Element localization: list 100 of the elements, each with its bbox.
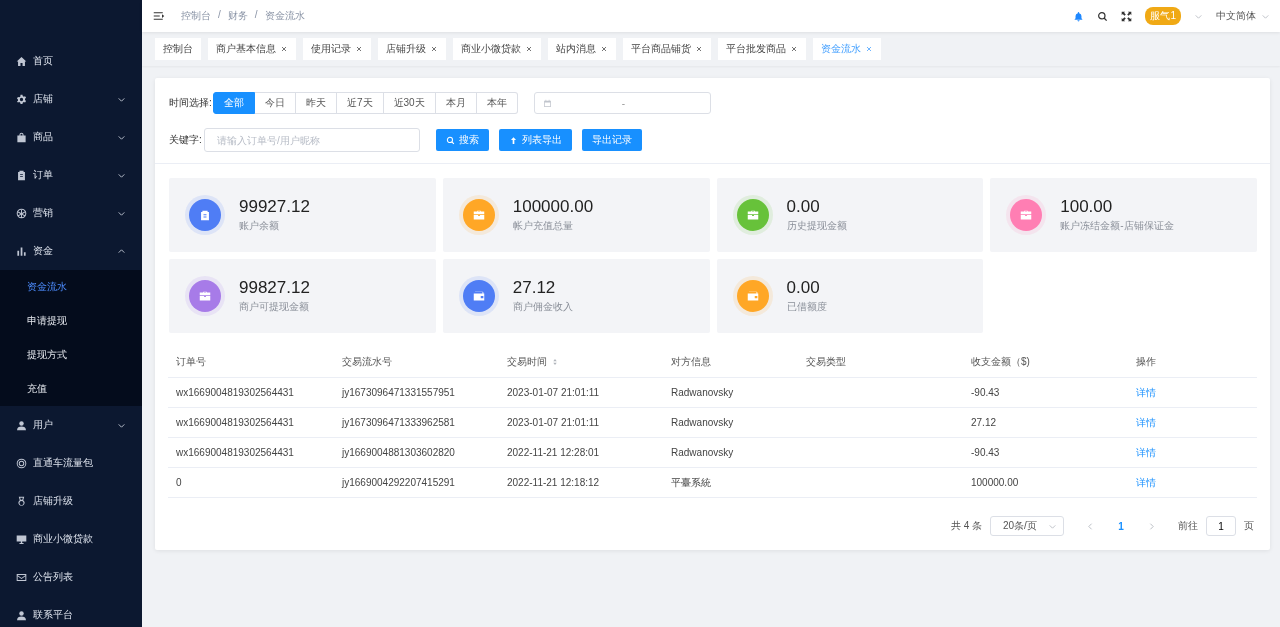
table-cell: 2022-11-21 12:18:12 <box>507 477 600 488</box>
table-cell: 100000.00 <box>971 477 1019 488</box>
table-cell: jy1673096471333962581 <box>342 417 455 428</box>
submenu-item[interactable]: 充值 <box>0 372 142 406</box>
submenu-item[interactable]: 提现方式 <box>0 338 142 372</box>
stat-value: 0.00 <box>786 197 821 217</box>
tab-label: 资金流水 <box>821 42 861 56</box>
monitor-icon <box>16 533 27 545</box>
page-tab[interactable]: 控制台 <box>155 38 201 60</box>
filter-label: 关键字: <box>169 133 203 147</box>
tab-label: 平台商品铺货 <box>631 42 691 56</box>
breadcrumb-separator: / <box>254 9 258 22</box>
tab-label: 商业小微贷款 <box>461 42 521 56</box>
close-icon[interactable] <box>430 45 438 53</box>
table-cell: -90.43 <box>971 387 1000 398</box>
submenu-item[interactable]: 资金流水 <box>0 270 142 304</box>
stat-label: 已借额度 <box>786 300 827 314</box>
sidebar-item[interactable]: 首页 <box>0 42 142 80</box>
time-option-button[interactable]: 近30天 <box>383 92 436 114</box>
table-cell: Radwanovsky <box>671 417 734 428</box>
fullscreen-icon[interactable] <box>1121 10 1133 22</box>
stat-label: 历史提现金额 <box>786 219 847 233</box>
person-icon <box>16 609 27 621</box>
sidebar-item[interactable]: 资金 <box>0 232 142 270</box>
table-cell: wx1669004819302564431 <box>176 417 294 428</box>
stat-label: 帐户充值总量 <box>512 219 574 233</box>
time-option-button[interactable]: 今日 <box>255 92 296 114</box>
search-icon <box>446 135 455 145</box>
page-tab[interactable]: 商户基本信息 <box>208 38 296 60</box>
sidebar-item[interactable]: 商业小微贷款 <box>0 520 142 558</box>
sidebar-item[interactable]: 直通车流量包 <box>0 444 142 482</box>
gear-icon <box>16 93 27 105</box>
table-cell: 0 <box>176 477 182 488</box>
column-header: 交易流水号 <box>342 355 392 369</box>
table-cell: 2023-01-07 21:01:11 <box>507 387 600 398</box>
goto-label: 前往 <box>1178 519 1198 533</box>
table-cell: Radwanovsky <box>671 387 734 398</box>
stat-label: 商户佣金收入 <box>512 300 573 314</box>
time-option-button[interactable]: 近7天 <box>337 92 384 114</box>
bar-chart-icon <box>16 245 27 257</box>
bag-icon <box>16 131 27 143</box>
briefcase-icon <box>198 289 212 303</box>
clipboard-icon <box>198 208 212 222</box>
stat-value: 100.00 <box>1060 197 1114 217</box>
stat-label: 账户冻结金额-店铺保证金 <box>1060 219 1174 233</box>
page-tab[interactable]: 平台商品铺货 <box>623 38 711 60</box>
column-header: 交易时间 <box>507 355 559 369</box>
sidebar-item[interactable]: 联系平台 <box>0 596 142 627</box>
submenu-item[interactable]: 申请提现 <box>0 304 142 338</box>
column-header: 收支金额（$) <box>971 355 1030 369</box>
tab-label: 商户基本信息 <box>216 42 276 56</box>
table-cell: jy1669004292207415291 <box>342 477 455 488</box>
tab-label: 平台批发商品 <box>726 42 786 56</box>
time-option-button[interactable]: 昨天 <box>296 92 337 114</box>
time-option-button[interactable]: 本月 <box>435 92 477 114</box>
page-input-field[interactable]: 1 <box>1206 516 1236 536</box>
table-cell: -90.43 <box>971 447 1000 458</box>
language-selector[interactable]: 中文简体 <box>1216 9 1270 23</box>
sidebar-item[interactable]: 商品 <box>0 118 142 156</box>
table-cell: jy1673096471331557951 <box>342 387 455 398</box>
page-tab[interactable]: 店铺升级 <box>378 38 446 60</box>
breadcrumb-separator: / <box>218 9 221 22</box>
briefcase-icon <box>471 208 486 222</box>
close-icon[interactable] <box>695 45 703 53</box>
column-header: 操作 <box>1136 355 1156 369</box>
sidebar-item[interactable]: 店铺升级 <box>0 482 142 520</box>
search-icon[interactable] <box>1097 10 1109 22</box>
page-size-select[interactable]: 20条/页 <box>990 516 1064 536</box>
close-icon[interactable] <box>525 45 533 53</box>
stat-label: 商户可提现金额 <box>239 300 310 314</box>
close-icon[interactable] <box>280 45 288 53</box>
arrow-up-icon <box>509 135 518 145</box>
sidebar-item[interactable]: 店铺 <box>0 80 142 118</box>
filter-label: 时间选择: <box>169 96 213 110</box>
table-cell: 2023-01-07 21:01:11 <box>507 417 600 428</box>
close-icon[interactable] <box>790 45 798 53</box>
sidebar-item[interactable]: 营销 <box>0 194 142 232</box>
sidebar-item[interactable]: 订单 <box>0 156 142 194</box>
stat-value: 99827.12 <box>239 278 310 298</box>
medal-icon <box>16 495 27 507</box>
keyword-input-field[interactable]: 请输入订单号/用户昵称 <box>204 128 420 152</box>
stat-value: 99927.12 <box>239 197 310 217</box>
tab-label: 使用记录 <box>311 42 351 56</box>
table-cell: wx1669004819302564431 <box>176 387 294 398</box>
house-icon <box>16 55 27 67</box>
sidebar-item[interactable]: 公告列表 <box>0 558 142 596</box>
page-tab[interactable]: 使用记录 <box>303 38 371 60</box>
menu-icon[interactable] <box>153 10 165 22</box>
column-header: 对方信息 <box>671 355 711 369</box>
close-icon[interactable] <box>600 45 608 53</box>
page-tab[interactable]: 商业小微贷款 <box>453 38 541 60</box>
clipboard-icon <box>16 169 27 181</box>
sidebar-item[interactable]: 用户 <box>0 406 142 444</box>
table-cell: 平臺系統 <box>671 476 711 488</box>
time-option-button[interactable]: 本年 <box>476 92 518 114</box>
page-tab[interactable]: 站内消息 <box>548 38 616 60</box>
stat-label: 账户余额 <box>239 219 280 233</box>
page-tab[interactable]: 平台批发商品 <box>718 38 806 60</box>
bell-icon[interactable] <box>1073 10 1085 22</box>
close-icon[interactable] <box>355 45 363 53</box>
